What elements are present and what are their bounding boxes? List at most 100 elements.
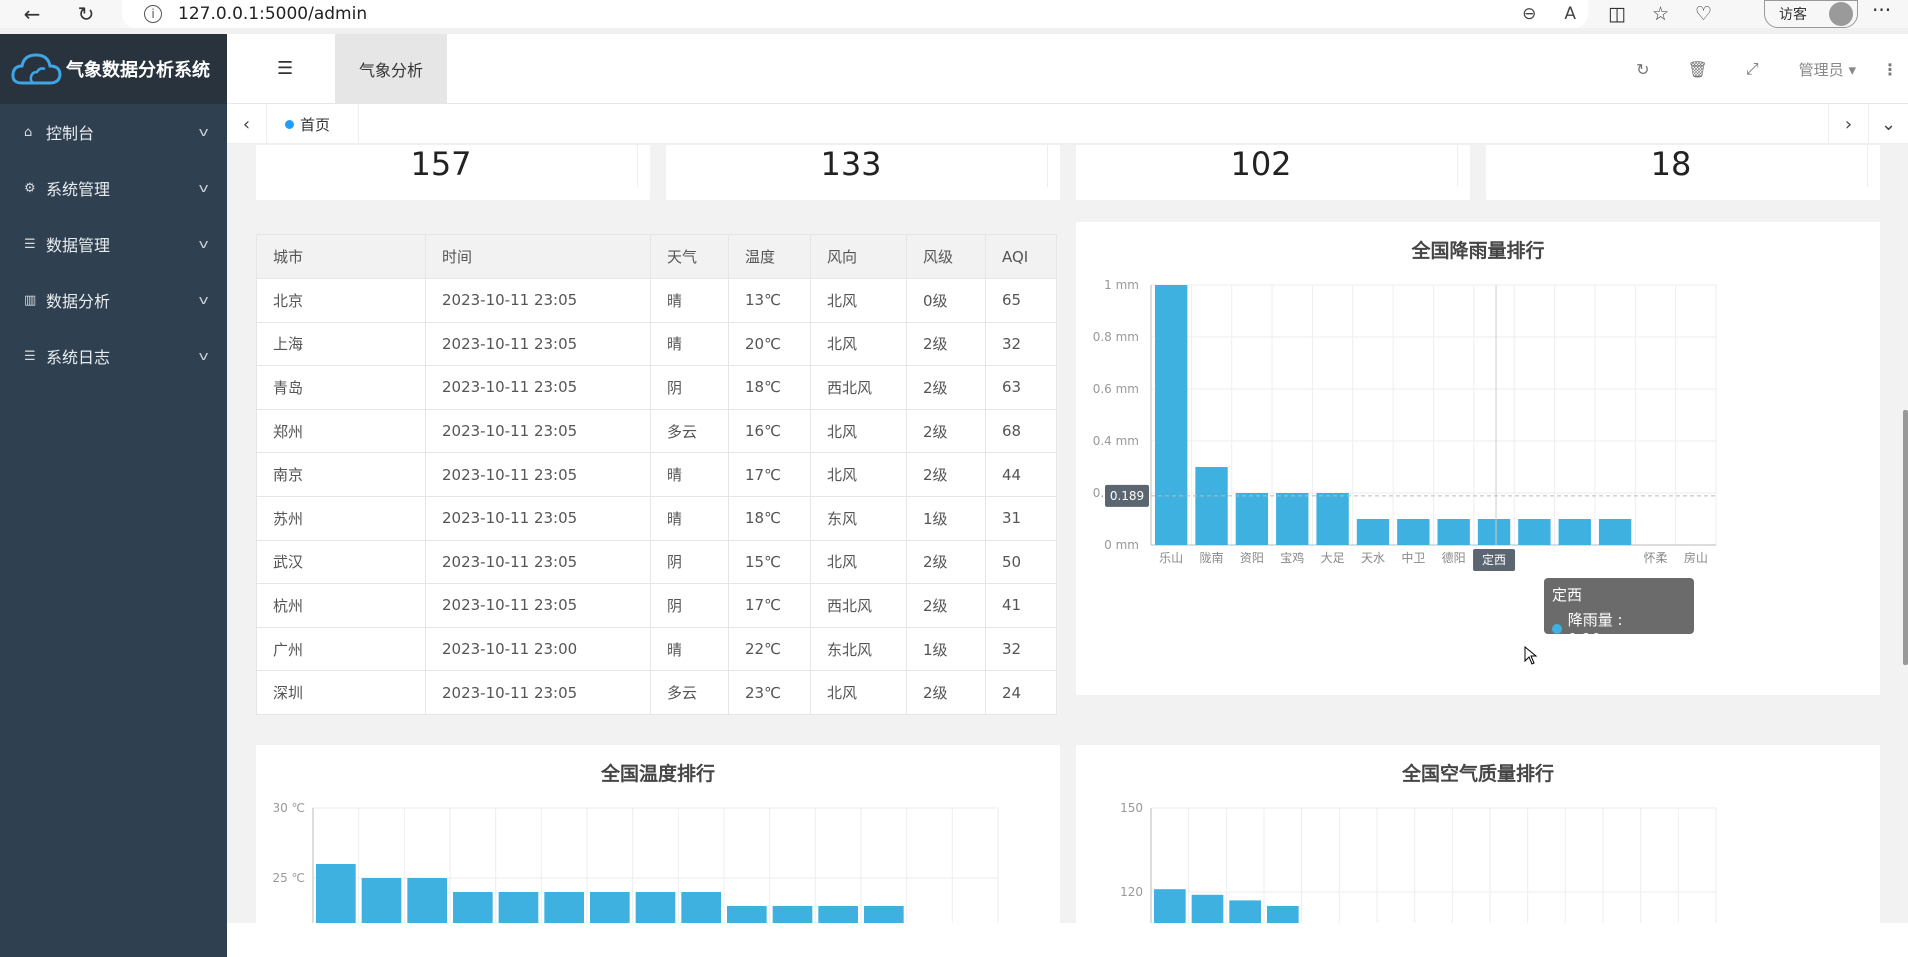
table-cell: 2级 [906, 539, 986, 585]
user-menu[interactable]: 管理员 ▾ [1799, 59, 1856, 80]
table-cell: 阴 [650, 539, 729, 585]
table-row: 郑州 2023-10-11 23:05 多云 16℃ 北风 2级 68 [256, 408, 1057, 454]
table-row: 北京 2023-10-11 23:05 晴 13℃ 北风 0级 65 [256, 278, 1057, 323]
sidebar-item-label: 系统日志 [46, 348, 111, 367]
profile-button[interactable]: 访客 [1764, 0, 1858, 28]
sidebar-item-logs[interactable]: ☰ 系统日志 v [0, 328, 227, 384]
chart-tooltip: 定西 降雨量 : 0.10mm [1544, 578, 1694, 648]
column-header: 温度 [728, 234, 811, 279]
sidebar-item-dashboard[interactable]: ⌂ 控制台 v [0, 104, 227, 160]
logo: 气象数据分析系统 [0, 34, 227, 104]
list-icon: ☰ [24, 236, 36, 252]
bar [407, 878, 447, 923]
chevron-down-icon: v [198, 293, 209, 307]
more-icon[interactable]: ··· [1872, 0, 1891, 28]
y-tick-label: 0 mm [1104, 538, 1139, 552]
bar [316, 864, 356, 923]
table-cell: 北风 [810, 452, 907, 497]
bar [1155, 285, 1188, 545]
table-cell: 31 [985, 495, 1057, 541]
more-vertical-icon[interactable]: ⋮ [1882, 60, 1898, 79]
read-aloud-icon[interactable]: A [1564, 4, 1576, 24]
tooltip-title: 定西 [1552, 586, 1583, 604]
sidebar-item-analysis[interactable]: ▥ 数据分析 v [0, 272, 227, 328]
bar [772, 906, 813, 923]
table-cell: 北风 [810, 321, 907, 367]
page-scrollbar[interactable] [1903, 410, 1908, 665]
zoom-icon[interactable]: ⊖ [1522, 4, 1536, 24]
fullscreen-icon[interactable]: ⤢ [1746, 59, 1759, 79]
sidebar-item-label: 数据管理 [46, 236, 111, 255]
x-tick-label: 定西 [1482, 552, 1506, 567]
bar [727, 906, 767, 923]
rainfall-chart-card: 全国降雨量排行 0 mm0.2 mm0.4 mm0.6 mm0.8 mm1 mm… [1076, 222, 1880, 695]
table-cell: 北风 [810, 670, 907, 715]
x-tick-label: 乐山 [1159, 551, 1183, 565]
chevron-right-icon[interactable]: › [1828, 104, 1868, 144]
table-cell: 杭州 [256, 583, 426, 628]
table-cell: 65 [985, 278, 1057, 323]
health-icon[interactable]: ♡ [1695, 3, 1712, 25]
sidebar-item-data[interactable]: ☰ 数据管理 v [0, 216, 227, 272]
stat-value: 157 [410, 145, 472, 183]
favorites-icon[interactable]: ☆ [1652, 3, 1669, 25]
rainfall-chart[interactable]: 0 mm0.2 mm0.4 mm0.6 mm0.8 mm1 mm乐山陇南资阳宝鸡… [1076, 222, 1880, 695]
bottom-strip [227, 923, 1908, 957]
tab-home[interactable]: 首页 [267, 104, 360, 144]
stat-card: 18 [1486, 145, 1880, 200]
axis-pointer-label: 0.189 [1110, 489, 1144, 503]
trash-icon[interactable]: 🗑 [1688, 60, 1708, 79]
menu-toggle-icon[interactable]: ☰ [277, 58, 293, 79]
bar [590, 892, 630, 923]
refresh-icon[interactable]: ↻ [1636, 60, 1649, 79]
tab-weather-analysis[interactable]: 气象分析 [335, 34, 447, 104]
bar [1276, 493, 1309, 545]
stat-value: 133 [820, 145, 882, 183]
table-cell: 44 [985, 452, 1057, 497]
table-cell: 青岛 [256, 365, 426, 410]
table-cell: 西北风 [810, 583, 907, 628]
chevron-left-icon[interactable]: ‹ [227, 104, 267, 144]
table-cell: 2级 [906, 583, 986, 628]
table-row: 武汉 2023-10-11 23:05 阴 15℃ 北风 2级 50 [256, 539, 1057, 585]
main-content: 157 133 102 18 城市 时间 天气 温度 风向 风级 AQI 北京 2… [227, 145, 1908, 923]
table-cell: 2级 [906, 321, 986, 367]
reload-icon[interactable]: ↻ [68, 0, 104, 28]
bar [544, 892, 584, 923]
table-cell: 23℃ [728, 670, 811, 715]
stat-card: 157 [256, 145, 650, 200]
table-cell: 32 [985, 626, 1057, 672]
address-bar[interactable]: i 127.0.0.1:5000/admin ⊖ A [122, 0, 1588, 28]
table-cell: 西北风 [810, 365, 907, 410]
table-header-row: 城市 时间 天气 温度 风向 风级 AQI [256, 234, 1057, 279]
column-header: 风向 [810, 234, 907, 279]
split-screen-icon[interactable]: ◫ [1608, 3, 1626, 25]
stat-value: 102 [1230, 145, 1292, 183]
chevron-down-icon[interactable]: ⌄ [1868, 104, 1908, 144]
bar [1356, 519, 1390, 545]
sidebar-item-label: 控制台 [46, 124, 95, 143]
top-header: ☰ 气象分析 ↻ 🗑 ⤢ 管理员 ▾ ⋮ [227, 34, 1908, 104]
table-cell: 上海 [256, 321, 426, 367]
sidebar-item-system[interactable]: ⚙ 系统管理 v [0, 160, 227, 216]
column-header: 城市 [256, 234, 426, 279]
table-cell: 2级 [906, 365, 986, 410]
table-row: 上海 2023-10-11 23:05 晴 20℃ 北风 2级 32 [256, 321, 1057, 367]
table-row: 杭州 2023-10-11 23:05 阴 17℃ 西北风 2级 41 [256, 583, 1057, 628]
cloud-icon [11, 53, 62, 85]
x-tick-label: 资阳 [1240, 551, 1264, 565]
mouse-cursor-icon [1524, 646, 1538, 665]
table-cell: 15℃ [728, 539, 811, 585]
back-arrow-icon[interactable]: ← [14, 0, 50, 28]
info-icon[interactable]: i [144, 5, 162, 23]
table-cell: 2023-10-11 23:05 [425, 583, 651, 628]
table-row: 青岛 2023-10-11 23:05 阴 18℃ 西北风 2级 63 [256, 365, 1057, 410]
table-cell: 阴 [650, 365, 729, 410]
table-cell: 24 [985, 670, 1057, 715]
user-name: 管理员 [1798, 60, 1844, 79]
sidebar: 气象数据分析系统 ⌂ 控制台 v ⚙ 系统管理 v ☰ 数据管理 v ▥ 数据分… [0, 34, 227, 957]
bar [453, 892, 493, 923]
bar [1267, 906, 1299, 923]
bar [361, 878, 402, 923]
table-cell: 多云 [650, 408, 729, 454]
